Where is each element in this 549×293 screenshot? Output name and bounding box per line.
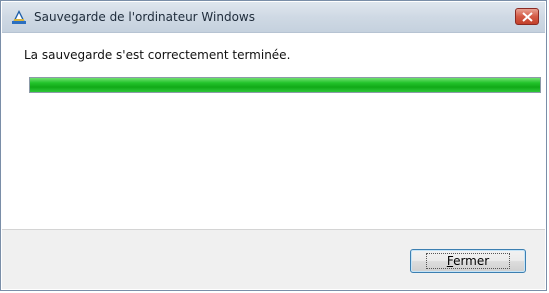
dialog-footer: Fermer bbox=[2, 229, 545, 289]
close-button-label: Fermer bbox=[425, 252, 511, 269]
dialog-window: Sauvegarde de l'ordinateur Windows La sa… bbox=[0, 0, 547, 291]
backup-icon bbox=[11, 9, 27, 25]
status-message: La sauvegarde s'est correctement terminé… bbox=[24, 48, 291, 62]
progress-fill bbox=[30, 78, 540, 92]
content-area: La sauvegarde s'est correctement terminé… bbox=[2, 33, 545, 229]
progress-bar bbox=[29, 77, 541, 93]
close-button[interactable]: Fermer bbox=[410, 249, 526, 273]
close-button-label-rest: ermer bbox=[453, 253, 490, 268]
window-title: Sauvegarde de l'ordinateur Windows bbox=[34, 10, 255, 24]
close-icon bbox=[522, 12, 533, 22]
title-bar[interactable]: Sauvegarde de l'ordinateur Windows bbox=[2, 2, 545, 33]
window-close-button[interactable] bbox=[515, 8, 539, 25]
